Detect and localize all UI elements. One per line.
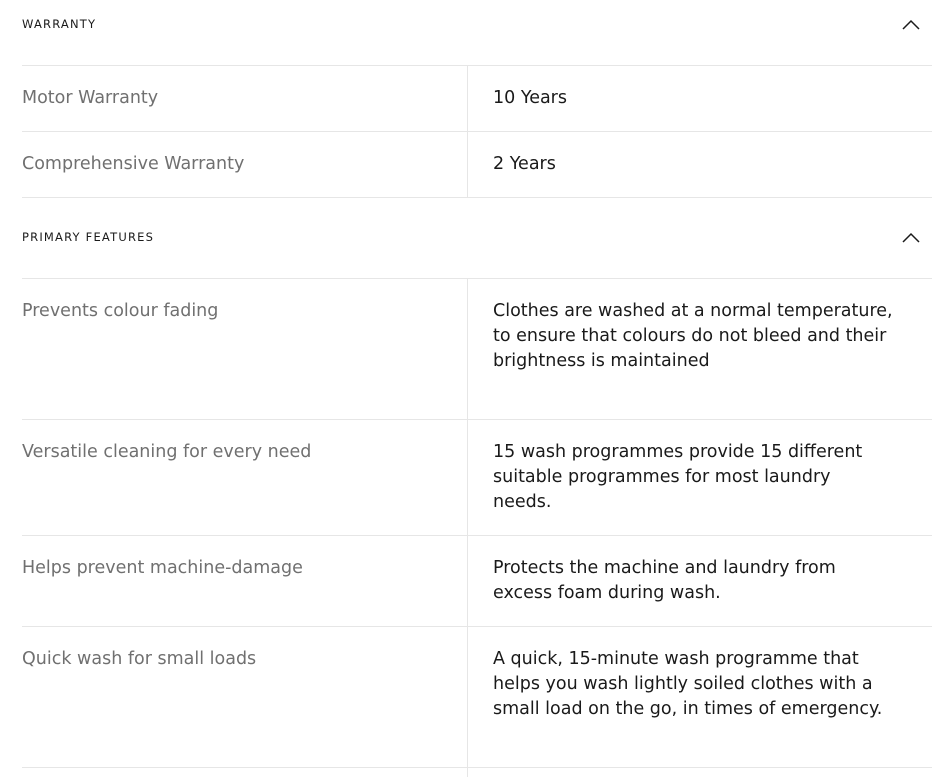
spec-value-versatile-cleaning: 15 wash programmes provide 15 different … bbox=[493, 442, 863, 512]
warranty-section-title: WARRANTY bbox=[22, 17, 97, 31]
warranty-section-header[interactable]: WARRANTY bbox=[22, 9, 932, 39]
spec-label-versatile-cleaning: Versatile cleaning for every need bbox=[22, 442, 312, 462]
divider bbox=[22, 535, 932, 536]
chevron-up-icon[interactable] bbox=[900, 226, 922, 248]
divider bbox=[22, 65, 932, 66]
spec-value-colour-fading: Clothes are washed at a normal temperatu… bbox=[493, 301, 893, 371]
column-divider bbox=[467, 279, 468, 777]
divider bbox=[22, 767, 932, 768]
spec-label-comprehensive-warranty: Comprehensive Warranty bbox=[22, 154, 245, 174]
spec-label-colour-fading: Prevents colour fading bbox=[22, 301, 219, 321]
spec-value-quick-wash: A quick, 15-minute wash programme that h… bbox=[493, 649, 883, 719]
spec-value-comprehensive-warranty: 2 Years bbox=[493, 154, 556, 174]
spec-value-motor-warranty: 10 Years bbox=[493, 88, 567, 108]
spec-label-machine-damage: Helps prevent machine-damage bbox=[22, 558, 303, 578]
divider bbox=[22, 197, 932, 198]
chevron-up-icon[interactable] bbox=[900, 13, 922, 35]
features-section-title: PRIMARY FEATURES bbox=[22, 230, 155, 244]
spec-label-quick-wash: Quick wash for small loads bbox=[22, 649, 257, 669]
divider bbox=[22, 278, 932, 279]
features-section-header[interactable]: PRIMARY FEATURES bbox=[22, 222, 932, 252]
spec-value-machine-damage: Protects the machine and laundry from ex… bbox=[493, 558, 836, 603]
divider bbox=[22, 131, 932, 132]
divider bbox=[22, 419, 932, 420]
divider bbox=[22, 626, 932, 627]
spec-page: WARRANTY Motor Warranty 10 Years Compreh… bbox=[0, 0, 937, 777]
spec-label-motor-warranty: Motor Warranty bbox=[22, 88, 159, 108]
